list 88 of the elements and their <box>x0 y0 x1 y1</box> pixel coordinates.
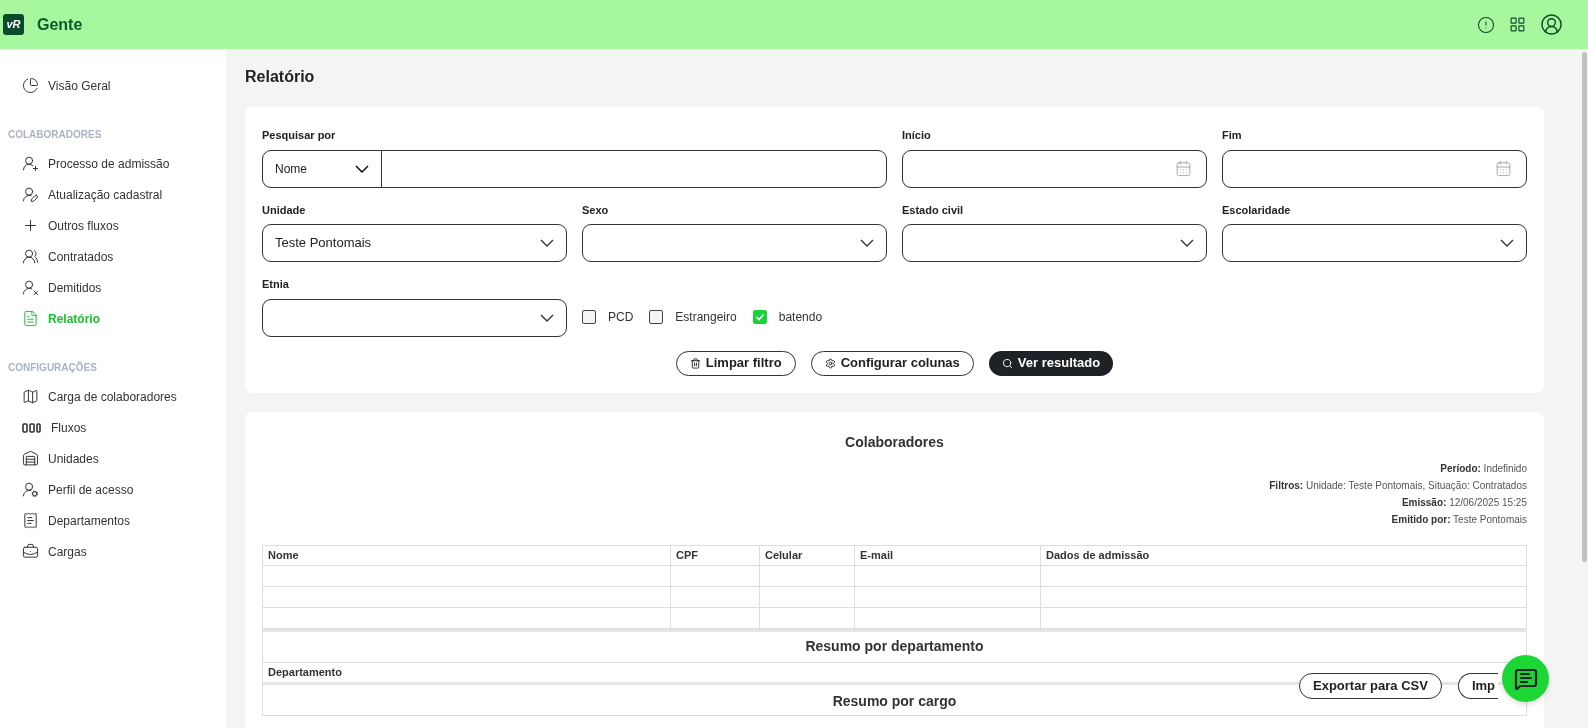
checkbox-label: PCD <box>608 308 634 326</box>
select-value: Teste Pontomais <box>275 234 372 253</box>
report-meta: Emitido por: Teste Pontomais <box>1391 512 1527 527</box>
trash-icon <box>689 357 701 369</box>
report-title: Colaboradores <box>844 432 945 452</box>
sidebar-item[interactable]: Outros fluxos <box>0 210 226 241</box>
section-heading: CONFIGURAÇÕES <box>7 360 98 375</box>
chevron-down-icon <box>355 164 369 173</box>
settings-icon <box>824 357 836 369</box>
user-x-icon <box>22 279 39 296</box>
column-header: Nome <box>262 545 671 565</box>
summary-heading: Resumo por cargo <box>832 691 957 711</box>
column-header: E-mail <box>854 545 1041 565</box>
summary-heading: Resumo por departamento <box>805 637 984 656</box>
sidebar-item[interactable]: Carga de colaboradores <box>0 381 226 412</box>
select-field[interactable]: Teste Pontomais <box>262 224 567 262</box>
search-field[interactable]: Nome <box>262 149 887 188</box>
section-heading: COLABORADORES <box>7 128 103 142</box>
search-type-select[interactable]: Nome <box>263 150 382 187</box>
pie-chart-icon <box>22 77 39 94</box>
user-avatar-icon[interactable] <box>1540 13 1563 36</box>
filter-button[interactable]: Ver resultado <box>988 350 1114 376</box>
logo[interactable]: vR <box>3 14 24 35</box>
checkbox[interactable] <box>582 309 596 324</box>
chevron-down-icon <box>860 239 874 247</box>
column-header: Celular <box>759 545 855 565</box>
document-icon <box>22 310 39 327</box>
calendar-icon <box>1175 160 1192 177</box>
field-label: Unidade <box>262 202 307 218</box>
chevron-down-icon <box>1180 239 1194 247</box>
blocks-icon <box>22 422 42 433</box>
select-field[interactable] <box>902 224 1207 262</box>
sidebar-item[interactable]: Contratados <box>0 241 226 272</box>
select-field[interactable] <box>1222 224 1527 262</box>
field-label: Escolaridade <box>1222 202 1292 218</box>
date-field[interactable] <box>902 149 1207 188</box>
column-header: CPF <box>670 545 760 565</box>
report-meta: Período: Indefinido <box>1440 461 1527 476</box>
field-label: Início <box>902 128 932 143</box>
app-name: Gente <box>37 14 83 35</box>
page-title: Relatório <box>245 67 316 87</box>
grid-icon[interactable] <box>1509 16 1526 33</box>
chevron-down-icon <box>540 239 554 247</box>
chevron-down-icon <box>540 313 554 322</box>
checkbox-label: Estrangeiro <box>675 308 737 326</box>
user-edit-icon <box>22 186 39 203</box>
field-label: Sexo <box>582 202 610 218</box>
warehouse-icon <box>22 450 39 467</box>
field-label: Estado civil <box>902 202 965 218</box>
field-label: Fim <box>1222 128 1243 143</box>
user-gear-icon <box>22 481 39 498</box>
sidebar-item[interactable]: Cargas <box>0 536 226 567</box>
column-header: Departamento <box>268 664 342 680</box>
alert-icon[interactable] <box>1477 15 1495 34</box>
checkbox[interactable] <box>752 309 767 324</box>
filter-button[interactable]: Configurar colunas <box>810 350 974 376</box>
chevron-down-icon <box>1500 239 1514 247</box>
sidebar-item[interactable]: Atualização cadastral <box>0 179 226 210</box>
sidebar-item[interactable]: Visão Geral <box>0 70 226 101</box>
checkbox[interactable] <box>649 309 664 324</box>
filter-button[interactable]: Limpar filtro <box>675 350 796 376</box>
report-meta: Filtros: Unidade: Teste Pontomais, Situação: Contratados <box>1269 478 1527 493</box>
action-button[interactable]: Imp <box>1457 673 1498 699</box>
report-meta: Emissão: 12/06/2025 15:25 <box>1401 495 1527 510</box>
sidebar-item[interactable]: Unidades <box>0 443 226 474</box>
checkmark-icon <box>754 311 765 322</box>
sidebar-item[interactable]: Fluxos <box>0 412 226 443</box>
field-label: Etnia <box>262 277 290 292</box>
map-icon <box>22 388 39 405</box>
select-field[interactable] <box>582 224 887 262</box>
sidebar-item[interactable]: Departamentos <box>0 505 226 536</box>
sidebar-item[interactable]: Perfil de acesso <box>0 474 226 505</box>
receipt-icon <box>22 512 39 529</box>
briefcase-icon <box>22 543 39 560</box>
sidebar-item[interactable]: Processo de admissão <box>0 148 226 179</box>
chat-icon <box>1513 666 1538 691</box>
date-field[interactable] <box>1222 149 1527 188</box>
field-label: Pesquisar por <box>262 128 337 143</box>
user-plus-icon <box>22 155 39 172</box>
column-header: Dados de admissão <box>1040 545 1527 565</box>
plus-icon <box>22 217 39 234</box>
calendar-icon <box>1495 160 1512 177</box>
sidebar-item[interactable]: Demitidos <box>0 272 226 303</box>
users-icon <box>22 248 39 265</box>
search-icon <box>1001 357 1013 369</box>
action-button[interactable]: Exportar para CSV <box>1299 673 1442 699</box>
checkbox-label: batendo <box>778 308 823 326</box>
select-field[interactable] <box>262 298 567 337</box>
